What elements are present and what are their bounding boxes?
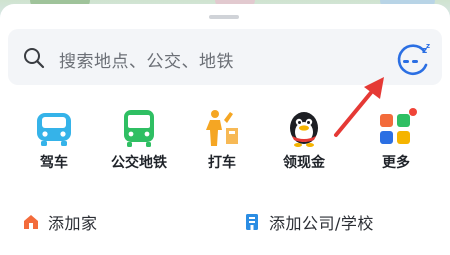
penguin-mascot-icon [290,112,318,147]
bus-icon [124,110,154,147]
office-building-icon [246,214,258,230]
add-work-label: 添加公司/学校 [269,214,374,233]
shortcut-more[interactable]: 更多 [356,106,436,178]
home-icon [24,215,38,229]
add-home-label: 添加家 [48,214,98,233]
quick-places: 添加家 添加公司/学校 [0,209,450,239]
shortcut-label: 打车 [208,155,236,171]
grid-more-icon [380,108,417,144]
shortcut-label: 领现金 [283,155,325,171]
shortcut-row: 驾车 公交地铁 打车 领现金 更多 [0,106,450,178]
add-work-link[interactable]: 添加公司/学校 [243,209,374,235]
svg-text:z: z [426,43,430,50]
drag-handle[interactable] [209,15,239,19]
shortcut-drive[interactable]: 驾车 [14,106,94,178]
shortcut-cash[interactable]: 领现金 [264,106,344,178]
add-home-link[interactable]: 添加家 [22,209,98,235]
voice-assistant-icon[interactable]: z z [391,43,433,79]
shortcut-transit[interactable]: 公交地铁 [99,106,179,178]
car-icon [37,113,71,146]
bottom-sheet: 搜索地点、公交、地铁 z z 驾车 公交地铁 打车 领现金 更多 添加家 添加公… [0,4,450,255]
shortcut-label: 公交地铁 [111,155,167,171]
notification-dot [409,108,417,116]
shortcut-label: 驾车 [40,155,68,171]
shortcut-taxi[interactable]: 打车 [182,106,262,178]
search-placeholder: 搜索地点、公交、地铁 [59,52,234,72]
search-icon [24,48,45,69]
taxi-hail-icon [206,110,238,146]
shortcut-label: 更多 [382,155,410,171]
